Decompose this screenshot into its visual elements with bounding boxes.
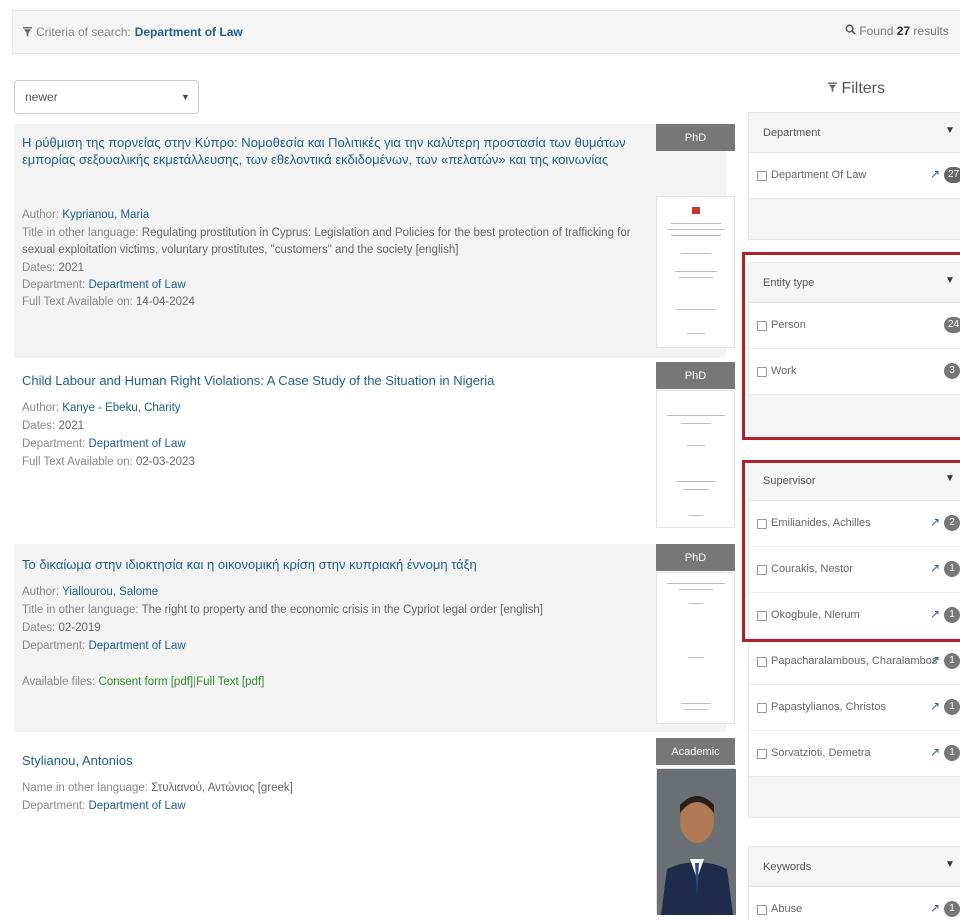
result-department: Department: Department of Law [22,279,186,291]
count-badge: 1 [944,653,960,669]
result-item: Το δικαίωμα στην ιδιοκτησία και η οικονο… [14,544,735,732]
facet-department: Department ▼ Department Of Law ↗ 27 [748,112,960,240]
document-thumbnail[interactable] [656,196,735,348]
facet-header[interactable]: Department ▼ [749,113,960,153]
highlight-frame-entity-type [742,252,960,440]
result-title[interactable]: Stylianou, Antonios [22,752,632,769]
external-link-icon[interactable]: ↗ [930,699,940,713]
result-dates: Dates: 2021 [22,262,85,274]
checkbox[interactable] [757,703,767,713]
magnifier-icon [845,24,856,35]
checkbox[interactable] [757,171,767,181]
sort-order-select[interactable]: newer ▼ [14,80,199,114]
facet-option[interactable]: Sorvatzioti, Demetra ↗ 1 [749,731,960,777]
external-link-icon[interactable]: ↗ [930,901,940,915]
result-type-badge: Academic [656,738,735,765]
result-item: Η ρύθμιση της πορνείας στην Κύπρο: Νομοθ… [14,124,735,358]
external-link-icon[interactable]: ↗ [930,745,940,759]
result-author: Author: Yiallourou, Salome [22,586,159,598]
funnel-icon [23,27,32,37]
count-badge: 1 [944,901,960,917]
caret-down-icon: ▼ [181,92,190,102]
facet-option[interactable]: Abuse ↗ 1 [749,887,960,920]
facet-option[interactable]: Department Of Law ↗ 27 [749,153,960,199]
filters-title: Filters [828,80,885,98]
facet-option[interactable]: Papacharalambous, Charalambos ↗ 1 [749,639,960,685]
facet-keywords: Keywords ▼ Abuse ↗ 1 [748,846,960,920]
checkbox[interactable] [757,749,767,759]
result-title[interactable]: Η ρύθμιση της πορνείας στην Κύπρο: Νομοθ… [22,134,632,168]
result-title[interactable]: Child Labour and Human Right Violations:… [22,372,632,389]
count-badge: 1 [944,745,960,761]
result-item: Stylianou, Antonios Name in other langua… [14,738,736,920]
sort-order-value: newer [25,90,58,104]
result-type-badge: PhD [656,362,735,389]
external-link-icon[interactable]: ↗ [930,167,940,181]
result-type-badge: PhD [656,124,735,151]
document-thumbnail[interactable] [656,390,735,528]
count-badge: 27 [944,167,960,183]
result-department: Department: Department of Law [22,640,186,652]
result-item: Child Labour and Human Right Violations:… [14,362,735,534]
chevron-down-icon[interactable]: ▼ [945,125,955,136]
result-fulltext-date: Full Text Available on: 14-04-2024 [22,296,195,308]
funnel-icon [828,82,837,92]
document-thumbnail[interactable] [656,572,735,724]
result-author: Author: Kanye - Ebeku, Charity [22,402,181,414]
result-other-title: Title in other language: Regulating pros… [22,227,631,256]
result-fulltext-date: Full Text Available on: 02-03-2023 [22,456,195,468]
result-other-title: Title in other language: The right to pr… [22,604,543,616]
result-department: Department: Department of Law [22,438,186,450]
full-text-link[interactable]: Full Text [pdf] [196,676,264,688]
profile-photo[interactable] [656,768,736,915]
result-dates: Dates: 02-2019 [22,622,101,634]
external-link-icon[interactable]: ↗ [930,653,940,667]
criteria-term[interactable]: Department of Law [135,25,243,39]
result-type-badge: PhD [656,544,735,571]
result-dates: Dates: 2021 [22,420,85,432]
result-department: Department: Department of Law [22,800,186,812]
result-available-files: Available files: Consent form [pdf]|Full… [22,676,265,688]
result-author: Author: Kyprianou, Maria [22,209,150,221]
person-portrait [657,769,736,915]
result-other-name: Name in other language: Στυλιανού, Αντών… [22,782,293,794]
result-title[interactable]: Το δικαίωμα στην ιδιοκτησία και η οικονο… [22,556,632,573]
highlight-frame-supervisor [742,460,960,642]
count-badge: 1 [944,699,960,715]
search-criteria-bar: Criteria of search: Department of Law Fo… [12,10,960,54]
consent-form-link[interactable]: Consent form [pdf] [99,676,194,688]
results-count: Found 27 results [845,24,949,38]
checkbox[interactable] [757,905,767,915]
facet-header[interactable]: Keywords ▼ [749,847,960,887]
chevron-down-icon[interactable]: ▼ [945,859,955,870]
checkbox[interactable] [757,657,767,667]
criteria-label: Criteria of search: [36,25,131,39]
facet-option[interactable]: Papastylianos, Christos ↗ 1 [749,685,960,731]
